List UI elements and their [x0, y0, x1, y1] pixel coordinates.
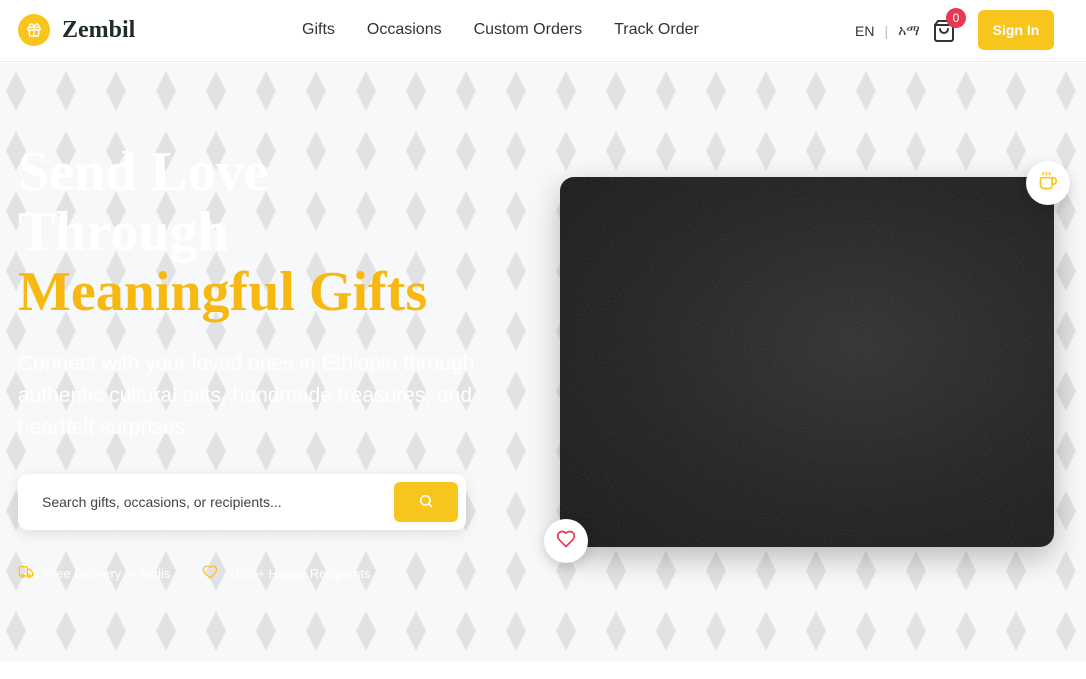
brand-name: Zembil: [62, 16, 136, 43]
truck-icon: [18, 564, 34, 583]
headline-highlight: Meaningful Gifts: [18, 261, 428, 323]
hero-image: [560, 177, 1054, 547]
main-menu: Gifts Occasions Custom Orders Track Orde…: [302, 21, 699, 39]
feature-happy-recipients-label: 1000+ Happy Recipients: [228, 566, 371, 581]
search-icon: [418, 493, 434, 512]
coffee-cup-badge[interactable]: [1026, 161, 1070, 205]
cart-count-badge: 0: [946, 8, 966, 28]
hero-subtitle: Connect with your loved ones in Ethiopia…: [18, 352, 475, 439]
search-button[interactable]: [394, 482, 458, 522]
nav-link-track-order[interactable]: Track Order: [614, 21, 699, 39]
hero-headline: Send Love Through Meaningful Gifts: [18, 142, 427, 322]
language-switcher: EN | አማ: [855, 22, 920, 39]
hero-search-bar: [18, 474, 466, 530]
lang-am-option[interactable]: አማ: [898, 22, 920, 39]
favorite-heart-badge[interactable]: [544, 519, 588, 563]
lang-en-option[interactable]: EN: [855, 23, 874, 39]
sign-in-button[interactable]: Sign In: [978, 10, 1054, 50]
feature-happy-recipients: 1000+ Happy Recipients: [202, 564, 370, 583]
hero-features: Free Delivery in Addis 1000+ Happy Recip…: [18, 564, 370, 583]
feature-free-delivery-label: Free Delivery in Addis: [44, 566, 171, 581]
nav-link-gifts[interactable]: Gifts: [302, 21, 335, 39]
nav-link-occasions[interactable]: Occasions: [367, 21, 442, 39]
feature-free-delivery: Free Delivery in Addis: [18, 564, 170, 583]
coffee-icon: [1038, 171, 1058, 196]
search-input[interactable]: [30, 484, 390, 520]
heart-icon: [202, 564, 218, 583]
headline-line-1: Send Love: [18, 141, 269, 203]
lang-separator: |: [884, 22, 889, 39]
nav-link-custom-orders[interactable]: Custom Orders: [474, 21, 582, 39]
heart-outline-icon: [556, 529, 576, 554]
dark-texture: [560, 177, 1054, 547]
brand-logo[interactable]: Zembil: [18, 14, 135, 46]
top-navbar: Zembil Gifts Occasions Custom Orders Tra…: [0, 0, 1086, 62]
hero-section: Send Love Through Meaningful Gifts Conne…: [0, 63, 1086, 662]
gift-icon: [18, 14, 50, 46]
headline-line-2: Through: [18, 201, 229, 263]
